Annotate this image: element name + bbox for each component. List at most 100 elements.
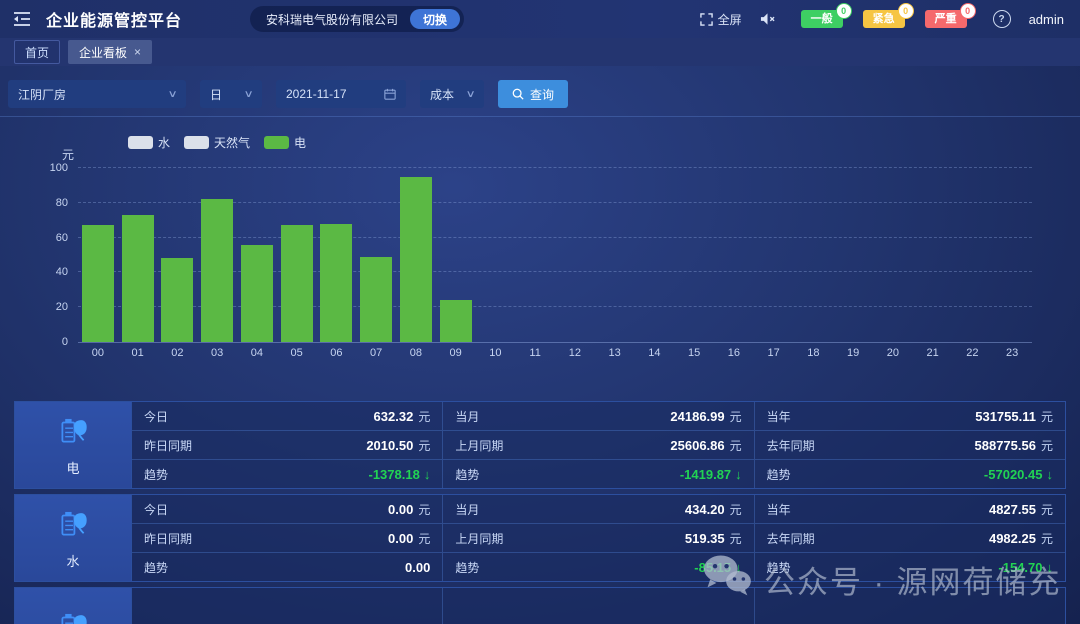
metric-cell: 当月3625.58元 bbox=[443, 588, 754, 624]
bar-03 bbox=[201, 199, 233, 342]
metric-unit: 元 bbox=[1041, 408, 1053, 425]
metric-value: 632.32 bbox=[374, 409, 414, 424]
fullscreen-button[interactable]: 全屏 bbox=[700, 11, 742, 28]
metric-unit: 元 bbox=[730, 437, 742, 454]
bar-06 bbox=[320, 224, 352, 342]
chart-x-labels: 0001020304050607080910111213141516171819… bbox=[78, 347, 1032, 361]
x-tick-label: 17 bbox=[768, 347, 780, 359]
trend-down-icon: ↓ bbox=[1046, 467, 1053, 482]
search-icon bbox=[512, 88, 524, 100]
trend-down-icon: ↓ bbox=[424, 467, 431, 482]
bar-07 bbox=[360, 257, 392, 342]
metric-cell: 趋势0.00 bbox=[132, 553, 443, 581]
metric-cell: 趋势-1419.87↓ bbox=[443, 460, 754, 488]
x-tick-label: 23 bbox=[1006, 347, 1018, 359]
legend-swatch bbox=[128, 136, 153, 149]
metric-unit: 元 bbox=[1041, 530, 1053, 547]
metric-label: 上月同期 bbox=[455, 530, 503, 547]
metric-label: 昨日同期 bbox=[144, 437, 192, 454]
bar-08 bbox=[400, 177, 432, 342]
bar-01 bbox=[122, 215, 154, 342]
metric-value: -1419.87 bbox=[680, 467, 731, 482]
x-tick-label: 15 bbox=[688, 347, 700, 359]
metric-label: 今日 bbox=[144, 408, 168, 425]
company-selector: 安科瑞电气股份有限公司 切换 bbox=[250, 6, 464, 32]
metric-label: 当月 bbox=[455, 408, 479, 425]
gas-battery-leaf-icon bbox=[56, 609, 90, 624]
fullscreen-icon bbox=[700, 13, 713, 26]
user-menu[interactable]: admin bbox=[1029, 12, 1064, 27]
chart-plot bbox=[78, 168, 1032, 343]
metric-unit: 元 bbox=[1041, 437, 1053, 454]
switch-company-button[interactable]: 切换 bbox=[410, 9, 460, 29]
metric-cell: 今日632.32元 bbox=[132, 402, 443, 430]
legend-item-water[interactable]: 水 bbox=[128, 134, 170, 151]
query-button[interactable]: 查询 bbox=[498, 80, 568, 108]
energy-type-card-electricity: 电 bbox=[15, 402, 132, 488]
tab-close-icon[interactable]: × bbox=[134, 46, 141, 58]
help-icon[interactable]: ? bbox=[993, 10, 1011, 28]
trend-down-icon: ↓ bbox=[1046, 560, 1053, 575]
metric-value: 2010.50 bbox=[366, 438, 413, 453]
metric-label: 趋势 bbox=[144, 559, 168, 576]
water-battery-leaf-icon bbox=[56, 507, 90, 546]
bar-02 bbox=[161, 258, 193, 342]
metric-row: 趋势0.00趋势-85.15↓趋势-154.70↓ bbox=[132, 553, 1065, 581]
chevron-down-icon: ∨ bbox=[243, 89, 253, 100]
alarm-critical-badge[interactable]: 严重 0 bbox=[925, 10, 967, 28]
metric-cell: 趋势-154.70↓ bbox=[755, 553, 1065, 581]
x-tick-label: 13 bbox=[609, 347, 621, 359]
metric-label: 趋势 bbox=[767, 466, 791, 483]
electricity-battery-leaf-icon bbox=[56, 414, 90, 453]
metric-cell: 去年同期588775.56元 bbox=[755, 431, 1065, 459]
header-right: 全屏 一般 0 紧急 0 严重 0 bbox=[700, 10, 1064, 28]
metric-select[interactable]: 成本∨ bbox=[420, 80, 484, 108]
metric-label: 趋势 bbox=[455, 559, 479, 576]
bar-04 bbox=[241, 245, 273, 342]
metric-cell: 趋势 -1378.18 ↓ bbox=[132, 460, 443, 488]
metric-row: 今日0.00元当月3625.58元当年45173.59元 bbox=[132, 588, 1065, 624]
metric-unit: 元 bbox=[730, 408, 742, 425]
tab-bar: 首页 企业看板 × bbox=[0, 38, 1080, 66]
bar-05 bbox=[281, 225, 313, 342]
filter-bar: 江阴厂房∨ 日∨ 2021-11-17 成本∨ 查询 bbox=[8, 80, 568, 108]
period-select[interactable]: 日∨ bbox=[200, 80, 262, 108]
metric-value: 0.00 bbox=[388, 502, 413, 517]
chart-y-labels: 020406080100 bbox=[28, 168, 68, 342]
metric-label: 当月 bbox=[455, 501, 479, 518]
site-select[interactable]: 江阴厂房∨ bbox=[8, 80, 186, 108]
metric-unit: 元 bbox=[1041, 501, 1053, 518]
date-input[interactable]: 2021-11-17 bbox=[276, 80, 406, 108]
mute-icon[interactable] bbox=[760, 12, 775, 26]
gridline bbox=[78, 167, 1032, 168]
tab-home[interactable]: 首页 bbox=[14, 40, 60, 64]
x-tick-label: 08 bbox=[410, 347, 422, 359]
tab-enterprise-board[interactable]: 企业看板 × bbox=[68, 40, 152, 64]
metric-cell: 昨日同期2010.50元 bbox=[132, 431, 443, 459]
metric-label: 当年 bbox=[767, 501, 791, 518]
page-title: 企业能源管控平台 bbox=[46, 7, 182, 31]
x-tick-label: 21 bbox=[927, 347, 939, 359]
metric-value: 4982.25 bbox=[989, 531, 1036, 546]
x-tick-label: 07 bbox=[370, 347, 382, 359]
metric-row: 今日0.00元当月434.20元当年4827.55元 bbox=[132, 495, 1065, 524]
metric-value: -154.70 bbox=[998, 560, 1042, 575]
metric-row: 昨日同期0.00元上月同期519.35元去年同期4982.25元 bbox=[132, 524, 1065, 553]
x-tick-label: 10 bbox=[489, 347, 501, 359]
metric-label: 昨日同期 bbox=[144, 530, 192, 547]
alarm-urgent-badge[interactable]: 紧急 0 bbox=[863, 10, 905, 28]
y-tick-label: 40 bbox=[28, 266, 68, 278]
energy-group-water: 水今日0.00元当月434.20元当年4827.55元昨日同期0.00元上月同期… bbox=[14, 494, 1066, 582]
alarm-general-badge[interactable]: 一般 0 bbox=[801, 10, 843, 28]
collapse-menu-icon[interactable] bbox=[12, 9, 32, 29]
metric-value: -1378.18 bbox=[369, 467, 420, 482]
legend-item-electricity[interactable]: 电 bbox=[264, 134, 306, 151]
metric-label: 趋势 bbox=[144, 466, 168, 483]
legend-item-gas[interactable]: 天然气 bbox=[184, 134, 250, 151]
energy-type-label: 电 bbox=[66, 458, 79, 477]
metric-cell: 当月434.20元 bbox=[443, 495, 754, 523]
metric-cell: 当年45173.59元 bbox=[755, 588, 1065, 624]
x-tick-label: 14 bbox=[648, 347, 660, 359]
y-tick-label: 20 bbox=[28, 301, 68, 313]
metric-unit: 元 bbox=[730, 501, 742, 518]
